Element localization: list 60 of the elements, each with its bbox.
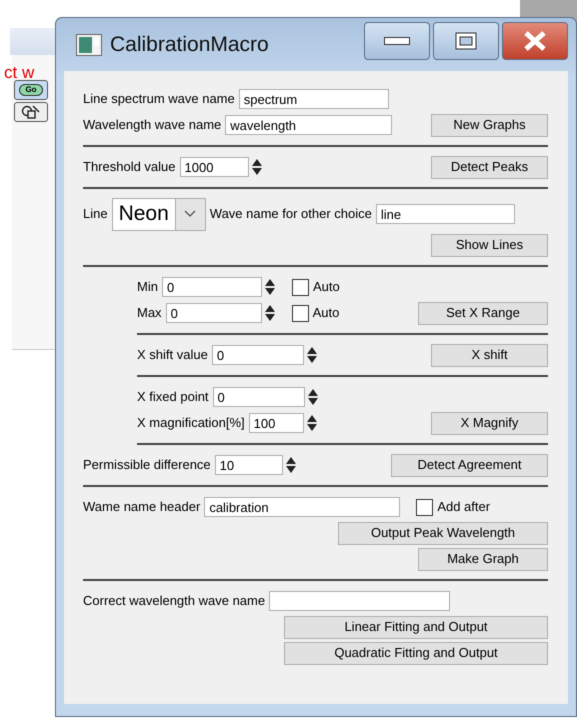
number-field[interactable]: 0: [166, 303, 262, 323]
field-label: Threshold value: [83, 158, 176, 176]
action-button[interactable]: New Graphs: [431, 114, 548, 136]
field-label: Correct wavelength wave name: [83, 592, 266, 610]
field-label: Max: [137, 304, 162, 322]
action-button[interactable]: Linear Fitting and Output: [284, 616, 548, 638]
action-button[interactable]: Quadratic Fitting and Output: [284, 642, 548, 664]
field-label: Min: [137, 278, 158, 296]
close-icon: [523, 30, 547, 50]
shapes-button[interactable]: [14, 102, 48, 122]
number-field[interactable]: 0: [162, 277, 262, 297]
field-label: Wave name for other choice: [210, 205, 372, 224]
maximize-icon: [455, 32, 477, 50]
chevron-down-icon: [184, 210, 196, 218]
number-field[interactable]: 10: [214, 455, 283, 475]
text-field[interactable]: spectrum: [238, 89, 389, 109]
window-title: CalibrationMacro: [110, 32, 269, 58]
action-button[interactable]: X Magnify: [431, 412, 548, 434]
action-button[interactable]: Make Graph: [418, 548, 548, 570]
text-field[interactable]: [269, 591, 450, 611]
spin-arrows[interactable]: [306, 388, 319, 406]
action-button[interactable]: Output Peak Wavelength: [338, 522, 548, 544]
text-field[interactable]: calibration: [204, 497, 400, 517]
number-field[interactable]: 0: [212, 345, 304, 365]
checkbox[interactable]: Auto: [292, 303, 340, 323]
spin-arrows[interactable]: [306, 346, 318, 364]
field-label: Permissible difference: [83, 456, 211, 474]
spin-arrows[interactable]: [250, 158, 262, 176]
field-label: X magnification[%]: [137, 414, 245, 432]
action-button[interactable]: X shift: [431, 344, 548, 366]
window-icon: [76, 34, 102, 56]
spin-arrows[interactable]: [306, 414, 318, 432]
field-label: X fixed point: [137, 388, 209, 406]
spin-arrows[interactable]: [264, 278, 276, 296]
go-button[interactable]: Go: [14, 80, 48, 100]
number-field[interactable]: 0: [212, 387, 305, 407]
checkbox[interactable]: Auto: [292, 277, 340, 297]
text-field[interactable]: wavelength: [225, 115, 392, 135]
line-dropdown[interactable]: Neon: [112, 198, 206, 230]
minimize-icon: [384, 36, 410, 44]
maximize-button[interactable]: [433, 22, 499, 60]
field-label: Line spectrum wave name: [83, 90, 235, 108]
field-label: X shift value: [137, 346, 208, 364]
action-button[interactable]: Set X Range: [418, 302, 548, 324]
close-button[interactable]: [502, 22, 568, 60]
action-button[interactable]: Show Lines: [431, 234, 548, 256]
shapes-icon: [21, 104, 41, 120]
minimize-button[interactable]: [364, 22, 430, 60]
spin-arrows[interactable]: [284, 456, 297, 474]
checkbox[interactable]: Add after: [416, 497, 490, 517]
number-field[interactable]: 100: [248, 413, 304, 433]
cut-text: ct w: [4, 64, 34, 81]
field-label: Wavelength wave name: [83, 116, 222, 134]
number-field[interactable]: 1000: [180, 157, 248, 177]
field-label: Line: [83, 205, 108, 224]
text-field[interactable]: line: [376, 204, 515, 224]
action-button[interactable]: Detect Agreement: [391, 454, 548, 476]
field-label: Wame name header: [83, 498, 200, 516]
action-button[interactable]: Detect Peaks: [431, 156, 548, 178]
spin-arrows[interactable]: [264, 304, 276, 322]
